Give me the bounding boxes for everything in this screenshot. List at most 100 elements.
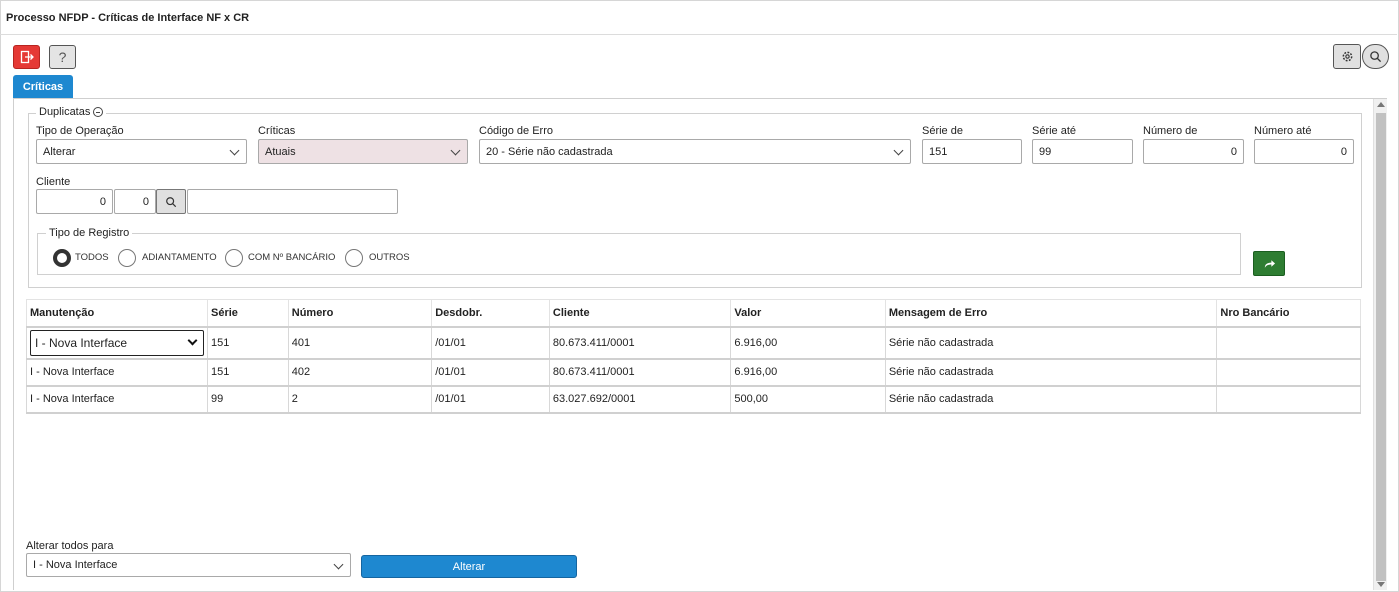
- radio-outros-label: OUTROS: [369, 252, 410, 263]
- table-cell: 151: [207, 326, 289, 360]
- cliente-code-value: 0: [99, 195, 106, 208]
- radio-com-nro-bancario[interactable]: [225, 249, 243, 267]
- settings-button[interactable]: [1333, 44, 1361, 69]
- chevron-down-icon: [893, 145, 904, 156]
- table-cell: 80.673.411/0001: [548, 358, 732, 387]
- duplicatas-legend[interactable]: Duplicatas: [36, 106, 107, 118]
- tab-criticas-label: Críticas: [22, 80, 64, 93]
- table-header-row: Manutenção Série Número Desdobr. Cliente…: [26, 299, 1361, 328]
- serie-de-input[interactable]: 151: [922, 139, 1022, 164]
- radio-adiantamento-label: ADIANTAMENTO: [142, 252, 217, 263]
- serie-ate-input[interactable]: 99: [1032, 139, 1133, 164]
- cliente-search-button[interactable]: [156, 189, 186, 214]
- table-cell: Série não cadastrada: [884, 385, 1218, 414]
- vertical-scrollbar[interactable]: [1373, 99, 1387, 590]
- window-title: Processo NFDP - Críticas de Interface NF…: [6, 12, 250, 24]
- scroll-up-arrow-icon[interactable]: [1377, 102, 1385, 107]
- exit-button[interactable]: [13, 45, 40, 69]
- table-row[interactable]: I - Nova Interface 151 401 /01/01 80.673…: [26, 326, 1361, 360]
- column-header[interactable]: Desdobr.: [431, 299, 550, 328]
- column-header[interactable]: Nro Bancário: [1216, 299, 1361, 328]
- serie-ate-label: Série até: [1032, 125, 1077, 137]
- collapse-minus-circle-icon[interactable]: [93, 107, 104, 117]
- codigo-erro-select[interactable]: 20 - Série não cadastrada: [479, 139, 911, 164]
- radio-outros[interactable]: [345, 249, 363, 267]
- radio-todos-label: TODOS: [75, 252, 109, 263]
- table-cell: 80.673.411/0001: [548, 326, 732, 360]
- alterar-button[interactable]: Alterar: [361, 555, 577, 578]
- table-cell: I - Nova Interface: [26, 385, 208, 414]
- chevron-down-icon: [187, 335, 198, 345]
- manutencao-select[interactable]: I - Nova Interface: [30, 329, 204, 356]
- table-row[interactable]: I - Nova Interface 99 2 /01/01 63.027.69…: [26, 385, 1361, 414]
- global-search-button[interactable]: [1362, 44, 1389, 69]
- table-row[interactable]: I - Nova Interface 151 402 /01/01 80.673…: [26, 358, 1361, 387]
- scroll-down-arrow-icon[interactable]: [1377, 582, 1385, 587]
- table-cell: 2: [287, 385, 433, 414]
- table-cell: [1216, 326, 1361, 360]
- criticas-select[interactable]: Atuais: [258, 139, 468, 164]
- scroll-thumb[interactable]: [1376, 113, 1386, 581]
- table-cell: 401: [287, 326, 433, 360]
- column-header[interactable]: Número: [287, 299, 433, 328]
- cliente-code-input[interactable]: 0: [36, 189, 113, 214]
- table-cell: [1216, 385, 1361, 414]
- cliente-name-input[interactable]: [187, 189, 398, 214]
- tipo-operacao-label: Tipo de Operação: [36, 125, 124, 137]
- alterar-todos-value: I - Nova Interface: [33, 559, 118, 571]
- numero-de-label: Número de: [1143, 125, 1198, 137]
- serie-ate-value: 99: [1039, 145, 1052, 158]
- apply-filter-button[interactable]: [1253, 251, 1285, 276]
- table-cell: I - Nova Interface: [26, 358, 208, 387]
- radio-adiantamento[interactable]: [118, 249, 136, 267]
- help-button[interactable]: ?: [49, 45, 76, 69]
- serie-de-value: 151: [929, 145, 948, 158]
- table-cell: Série não cadastrada: [884, 326, 1218, 360]
- radio-todos[interactable]: [53, 249, 71, 267]
- gear-icon: [1342, 51, 1352, 62]
- tipo-operacao-select[interactable]: Alterar: [36, 139, 247, 164]
- chevron-down-icon: [229, 145, 240, 156]
- column-header[interactable]: Manutenção: [26, 299, 208, 328]
- cliente-branch-input[interactable]: 0: [114, 189, 156, 214]
- alterar-todos-label: Alterar todos para: [26, 540, 114, 552]
- chevron-down-icon: [450, 145, 461, 156]
- table-cell: 151: [207, 358, 289, 387]
- cliente-branch-value: 0: [142, 195, 149, 208]
- table-cell: I - Nova Interface: [26, 326, 208, 360]
- tab-criticas[interactable]: Críticas: [13, 75, 73, 98]
- table-cell: 6.916,00: [730, 358, 886, 387]
- criticas-value: Atuais: [265, 145, 296, 158]
- table-cell: 6.916,00: [730, 326, 886, 360]
- numero-ate-input[interactable]: 0: [1254, 139, 1354, 164]
- radio-com-nro-bancario-label: COM Nº BANCÁRIO: [248, 252, 336, 263]
- table-cell: 63.027.692/0001: [548, 385, 732, 414]
- column-header[interactable]: Mensagem de Erro: [884, 299, 1218, 328]
- exit-icon: [20, 50, 34, 64]
- codigo-erro-label: Código de Erro: [479, 125, 553, 137]
- alterar-todos-select[interactable]: I - Nova Interface: [26, 553, 351, 577]
- manutencao-value: I - Nova Interface: [35, 335, 128, 350]
- column-header[interactable]: Valor: [730, 299, 886, 328]
- help-icon: ?: [58, 49, 67, 65]
- table-cell: Série não cadastrada: [884, 358, 1218, 387]
- table-cell: 500,00: [730, 385, 886, 414]
- numero-de-input[interactable]: 0: [1143, 139, 1244, 164]
- table-cell: 402: [287, 358, 433, 387]
- serie-de-label: Série de: [922, 125, 963, 137]
- tipo-operacao-value: Alterar: [43, 145, 76, 158]
- search-icon: [166, 196, 177, 207]
- column-header[interactable]: Série: [207, 299, 289, 328]
- tipo-registro-legend: Tipo de Registro: [46, 227, 133, 239]
- search-icon: [1370, 51, 1382, 63]
- title-bar: Processo NFDP - Críticas de Interface NF…: [0, 0, 1397, 35]
- forward-arrow-icon: [1264, 259, 1275, 268]
- criticas-table: Manutenção Série Número Desdobr. Cliente…: [26, 299, 1361, 414]
- numero-de-value: 0: [1230, 145, 1237, 158]
- table-cell: /01/01: [431, 358, 550, 387]
- column-header[interactable]: Cliente: [548, 299, 732, 328]
- chevron-down-icon: [333, 559, 344, 570]
- alterar-button-label: Alterar: [452, 560, 486, 573]
- numero-ate-label: Número até: [1254, 125, 1312, 137]
- cliente-label: Cliente: [36, 176, 71, 188]
